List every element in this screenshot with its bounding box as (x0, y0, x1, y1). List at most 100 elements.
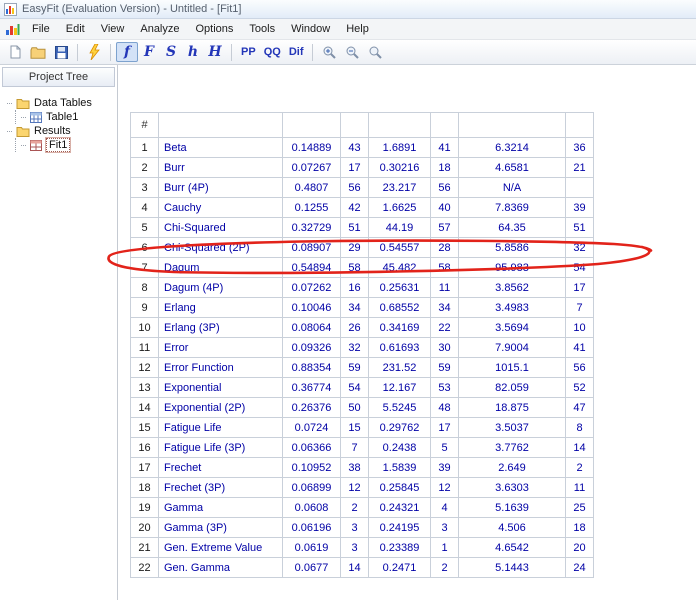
table-row[interactable]: 11 Error 0.09326 32 0.61693 30 7.9004 41 (131, 338, 594, 358)
cell-index: 20 (131, 518, 159, 538)
table-row[interactable]: 22 Gen. Gamma 0.0677 14 0.2471 2 5.1443 … (131, 558, 594, 578)
table-row[interactable]: 12 Error Function 0.88354 59 231.52 59 1… (131, 358, 594, 378)
cell-ad-statistic: 0.25845 (369, 478, 431, 498)
zoom-out-button[interactable] (341, 42, 364, 62)
table-row[interactable]: 17 Frechet 0.10952 38 1.5839 39 2.649 2 (131, 458, 594, 478)
survival-button[interactable]: S (160, 42, 182, 62)
header-cell (566, 113, 594, 138)
cell-index: 8 (131, 278, 159, 298)
cell-ks-statistic: 0.54894 (283, 258, 341, 278)
new-document-button[interactable] (4, 42, 26, 62)
cell-index: 12 (131, 358, 159, 378)
cell-cs-statistic: 6.3214 (459, 138, 566, 158)
menu-file[interactable]: File (24, 20, 58, 38)
table-row[interactable]: 20 Gamma (3P) 0.06196 3 0.24195 3 4.506 … (131, 518, 594, 538)
zoom-reset-button[interactable] (364, 42, 387, 62)
cell-cs-rank: 47 (566, 398, 594, 418)
cell-ks-statistic: 0.14889 (283, 138, 341, 158)
table-row[interactable]: 16 Fatigue Life (3P) 0.06366 7 0.2438 5 … (131, 438, 594, 458)
table-row[interactable]: 21 Gen. Extreme Value 0.0619 3 0.23389 1… (131, 538, 594, 558)
folder-icon (16, 98, 30, 109)
cell-ad-statistic: 1.6625 (369, 198, 431, 218)
table-row[interactable]: 5 Chi-Squared 0.32729 51 44.19 57 64.35 … (131, 218, 594, 238)
table-row[interactable]: 6 Chi-Squared (2P) 0.08907 29 0.54557 28… (131, 238, 594, 258)
cell-ks-statistic: 0.08064 (283, 318, 341, 338)
menu-analyze[interactable]: Analyze (132, 20, 187, 38)
cell-ks-rank: 17 (341, 158, 369, 178)
table-row[interactable]: 19 Gamma 0.0608 2 0.24321 4 5.1639 25 (131, 498, 594, 518)
cell-ad-statistic: 231.52 (369, 358, 431, 378)
save-icon (55, 46, 68, 59)
cell-distribution: Gen. Gamma (159, 558, 283, 578)
app-icon (4, 3, 17, 16)
cell-cs-statistic: 7.9004 (459, 338, 566, 358)
cell-index: 2 (131, 158, 159, 178)
menu-edit[interactable]: Edit (58, 20, 93, 38)
cell-cs-rank: 41 (566, 338, 594, 358)
cum-hazard-button[interactable]: H (204, 42, 226, 62)
pp-plot-button[interactable]: PP (237, 42, 260, 62)
fit-distributions-button[interactable] (83, 42, 105, 62)
menu-window[interactable]: Window (283, 20, 338, 38)
cell-cs-statistic: 64.35 (459, 218, 566, 238)
cell-cs-rank: 25 (566, 498, 594, 518)
table-row[interactable]: 3 Burr (4P) 0.4807 56 23.217 56 N/A (131, 178, 594, 198)
tree-item-results[interactable]: Results (7, 124, 115, 138)
table-row[interactable]: 7 Dagum 0.54894 58 45.482 58 95.983 54 (131, 258, 594, 278)
qq-plot-button[interactable]: QQ (260, 42, 285, 62)
table-row[interactable]: 1 Beta 0.14889 43 1.6891 41 6.3214 36 (131, 138, 594, 158)
dif-plot-button[interactable]: Dif (285, 42, 308, 62)
cell-distribution: Burr (4P) (159, 178, 283, 198)
cell-ks-statistic: 0.0619 (283, 538, 341, 558)
open-button[interactable] (26, 42, 50, 62)
cell-index: 5 (131, 218, 159, 238)
cell-ad-statistic: 12.167 (369, 378, 431, 398)
table-row[interactable]: 13 Exponential 0.36774 54 12.167 53 82.0… (131, 378, 594, 398)
cell-ad-rank: 39 (431, 458, 459, 478)
table-row[interactable]: 2 Burr 0.07267 17 0.30216 18 4.6581 21 (131, 158, 594, 178)
cell-index: 13 (131, 378, 159, 398)
table-row[interactable]: 4 Cauchy 0.1255 42 1.6625 40 7.8369 39 (131, 198, 594, 218)
tree-item-data-tables[interactable]: Data Tables (7, 96, 115, 110)
cell-cs-rank: 8 (566, 418, 594, 438)
table-row[interactable]: 15 Fatigue Life 0.0724 15 0.29762 17 3.5… (131, 418, 594, 438)
cell-ad-rank: 22 (431, 318, 459, 338)
cell-ad-statistic: 0.54557 (369, 238, 431, 258)
menu-options[interactable]: Options (188, 20, 242, 38)
cell-index: 3 (131, 178, 159, 198)
cell-ks-statistic: 0.0677 (283, 558, 341, 578)
header-cell (369, 113, 431, 138)
cell-ks-statistic: 0.06366 (283, 438, 341, 458)
cell-cs-statistic: 7.8369 (459, 198, 566, 218)
table-row[interactable]: 18 Frechet (3P) 0.06899 12 0.25845 12 3.… (131, 478, 594, 498)
cdf-button[interactable]: F (138, 42, 160, 62)
cell-ad-rank: 59 (431, 358, 459, 378)
header-cell (341, 113, 369, 138)
cell-ad-rank: 18 (431, 158, 459, 178)
cell-cs-rank: 32 (566, 238, 594, 258)
cell-index: 4 (131, 198, 159, 218)
pdf-button[interactable]: f (116, 42, 138, 62)
tree-item-table1[interactable]: Table1 (21, 110, 115, 124)
cell-ks-rank: 29 (341, 238, 369, 258)
cell-cs-rank: 54 (566, 258, 594, 278)
cell-cs-statistic: 95.983 (459, 258, 566, 278)
project-tree-header: Project Tree (2, 67, 115, 87)
cell-index: 1 (131, 138, 159, 158)
table-row[interactable]: 9 Erlang 0.10046 34 0.68552 34 3.4983 7 (131, 298, 594, 318)
hazard-button[interactable]: h (182, 42, 204, 62)
menu-view[interactable]: View (93, 20, 133, 38)
cell-ks-rank: 3 (341, 518, 369, 538)
cell-ks-statistic: 0.06196 (283, 518, 341, 538)
save-button[interactable] (50, 42, 72, 62)
cell-ks-rank: 34 (341, 298, 369, 318)
menu-help[interactable]: Help (338, 20, 377, 38)
cell-ks-statistic: 0.07267 (283, 158, 341, 178)
zoom-in-button[interactable] (318, 42, 341, 62)
table-row[interactable]: 8 Dagum (4P) 0.07262 16 0.25631 11 3.856… (131, 278, 594, 298)
table-row[interactable]: 10 Erlang (3P) 0.08064 26 0.34169 22 3.5… (131, 318, 594, 338)
tree-item-fit1[interactable]: Fit1 (21, 138, 115, 152)
table-row[interactable]: 14 Exponential (2P) 0.26376 50 5.5245 48… (131, 398, 594, 418)
menu-tools[interactable]: Tools (241, 20, 283, 38)
project-tree-panel: Project Tree Data Tables Table1 Results (0, 65, 118, 600)
